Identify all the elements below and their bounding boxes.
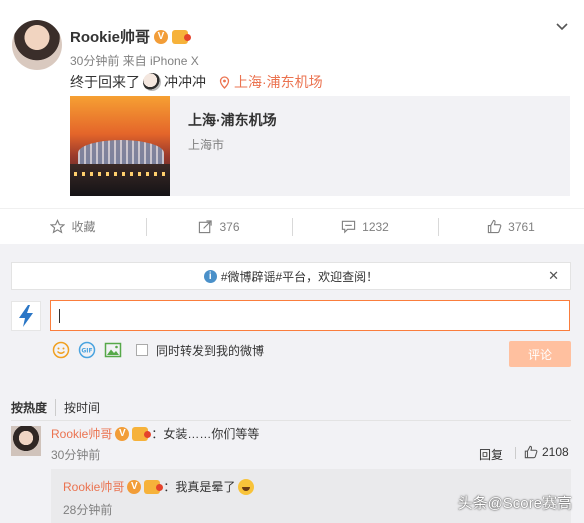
favorite-label: 收藏 [71, 220, 96, 234]
svg-text:GIF: GIF [81, 348, 92, 355]
author-avatar[interactable] [12, 20, 62, 70]
divider [11, 420, 571, 421]
divider [515, 447, 516, 459]
member-badge-icon [144, 479, 164, 494]
location-link-label: 上海·浦东机场 [234, 74, 323, 90]
comment-like-count: 2108 [542, 445, 569, 459]
image-icon[interactable] [104, 341, 122, 359]
text-caret [59, 309, 60, 323]
current-user-avatar [11, 301, 41, 331]
post-text-main: 终于回来了 [70, 74, 140, 90]
thumbs-up-icon [524, 445, 538, 459]
rumor-notice-text[interactable]: #微博辟谣#平台，欢迎查阅！ [221, 268, 378, 285]
post-actions-bar: 收藏 376 1232 3761 [0, 208, 584, 244]
post-text: 终于回来了 冲冲冲 上海·浦东机场 [70, 72, 323, 92]
sub-reply-text: ：我真是晕了 [163, 480, 236, 494]
location-card-title: 上海·浦东机场 [188, 112, 277, 128]
verified-badge-icon: V [127, 479, 142, 494]
weibo-post: Rookie帅哥 V 30分钟前 来自 iPhone X 终于回来了 冲冲冲 上… [0, 0, 584, 208]
location-link[interactable]: 上海·浦东机场 [219, 72, 323, 92]
sub-reply-line: Rookie帅哥 V ：我真是晕了 [63, 478, 255, 495]
forward-count: 376 [219, 219, 240, 234]
watermark: 头条@Score赛高 [457, 495, 572, 512]
also-forward-checkbox[interactable] [136, 344, 148, 356]
forward-icon [199, 220, 213, 234]
comment-button[interactable]: 1232 [292, 209, 438, 244]
tab-sort-hot[interactable]: 按热度 [11, 399, 57, 416]
rumor-notice-banner: i #微博辟谣#平台，欢迎查阅！ ✕ [11, 262, 571, 290]
commenter-avatar[interactable] [11, 426, 41, 456]
also-forward-label: 同时转发到我的微博 [156, 343, 265, 358]
gif-icon[interactable]: GIF [78, 341, 96, 359]
post-meta: 30分钟前 来自 iPhone X [70, 54, 199, 68]
post-text-tail: 冲冲冲 [164, 74, 206, 90]
close-icon[interactable]: ✕ [548, 268, 559, 284]
location-photo [70, 96, 170, 196]
sub-reply-time: 28分钟前 [63, 503, 113, 517]
compose-toolbar: GIF 同时转发到我的微博 [52, 340, 264, 360]
submit-comment-button[interactable]: 评论 [509, 341, 571, 367]
comment-input[interactable] [50, 300, 570, 331]
comment-count: 1232 [362, 219, 389, 234]
verified-badge-icon: V [154, 29, 169, 44]
comment-sort-tabs: 按热度 按时间 [11, 399, 116, 416]
comment-like-button[interactable]: 2108 [524, 445, 569, 459]
location-card-subtitle: 上海市 [188, 138, 225, 152]
author-name[interactable]: Rookie帅哥 [70, 26, 150, 47]
tab-sort-time[interactable]: 按时间 [64, 399, 108, 416]
author-line: Rookie帅哥 V [70, 26, 192, 47]
commenter-name[interactable]: Rookie帅哥 [51, 425, 112, 442]
laugh-emoji-icon [238, 478, 255, 495]
thumbs-up-icon [487, 219, 502, 234]
forward-button[interactable]: 376 [146, 209, 292, 244]
chevron-down-icon[interactable] [554, 18, 570, 34]
sub-reply-author[interactable]: Rookie帅哥 [63, 478, 124, 495]
like-count: 3761 [508, 219, 535, 234]
comment-line: Rookie帅哥 V ：女装……你们等等 [51, 425, 259, 442]
emoji-icon[interactable] [52, 341, 70, 359]
reply-button[interactable]: 回复 [479, 446, 503, 463]
lightning-icon [19, 305, 33, 327]
member-badge-icon [132, 426, 152, 441]
favorite-button[interactable]: 收藏 [0, 209, 146, 244]
location-card[interactable]: 上海·浦东机场 上海市 [70, 96, 570, 196]
verified-badge-icon: V [115, 426, 130, 441]
comment-icon [341, 220, 356, 234]
location-pin-icon [219, 75, 230, 89]
comment-time: 30分钟前 [51, 448, 101, 462]
star-icon [50, 219, 66, 234]
emoji-avatar-icon [143, 73, 161, 91]
comment-section: i #微博辟谣#平台，欢迎查阅！ ✕ GIF 同时转发到我的微博 评论 按热度 … [0, 244, 584, 523]
info-icon: i [203, 269, 217, 283]
like-button[interactable]: 3761 [438, 209, 584, 244]
member-badge-icon [172, 29, 192, 44]
comment-text: ：女装……你们等等 [151, 427, 260, 441]
